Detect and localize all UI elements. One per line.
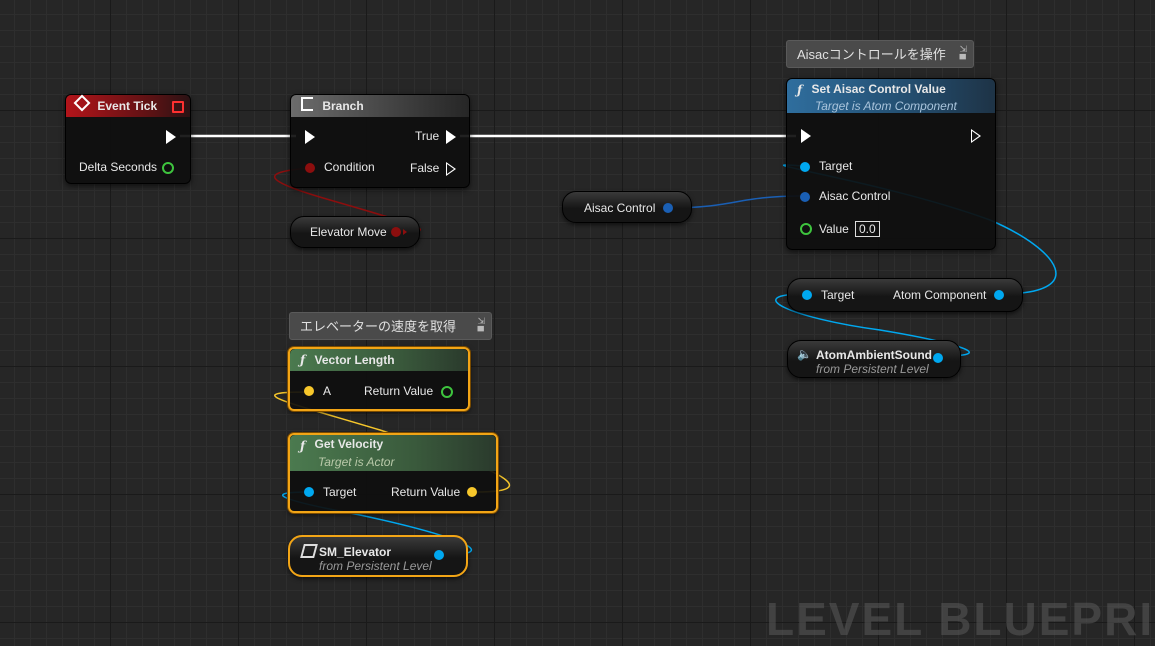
comment-pin-icon[interactable]: ⇲ ▀ xyxy=(477,316,485,336)
true-exec-pin[interactable] xyxy=(446,130,456,144)
set-aisac-title: Set Aisac Control Value xyxy=(811,82,946,96)
set-aisac-value-pin[interactable] xyxy=(800,223,812,235)
atom-component-label: Atom Component xyxy=(893,288,987,302)
vector-return-pin[interactable] xyxy=(441,386,453,398)
set-aisac-target-label: Target xyxy=(819,159,853,173)
atom-ambient-subtitle: from Persistent Level xyxy=(816,362,929,376)
aisac-control-out-pin[interactable] xyxy=(663,203,673,213)
vector-length-title: Vector Length xyxy=(314,353,395,367)
comment-aisac-text: Aisacコントロールを操作 xyxy=(797,47,946,62)
sm-elevator-node[interactable]: SM_Elevator from Persistent Level xyxy=(288,535,468,577)
function-icon: ƒ xyxy=(300,353,306,367)
branch-title: Branch xyxy=(322,99,364,113)
false-label: False xyxy=(410,161,440,175)
function-icon: ƒ xyxy=(797,83,803,97)
atom-ambient-title: AtomAmbientSound xyxy=(816,348,932,362)
get-velocity-subtitle: Target is Actor xyxy=(318,455,395,469)
atom-ambient-out-pin[interactable] xyxy=(933,353,943,363)
elevator-move-label: Elevator Move xyxy=(310,225,387,239)
function-icon: ƒ xyxy=(300,439,306,453)
speaker-icon: 🔈 xyxy=(797,347,812,361)
vector-a-label: A xyxy=(323,384,332,398)
atom-component-out-pin[interactable] xyxy=(994,290,1004,300)
delegate-pin-icon[interactable] xyxy=(172,101,184,113)
velocity-return-label: Return Value xyxy=(391,485,461,499)
static-mesh-icon xyxy=(300,544,318,558)
condition-label: Condition xyxy=(324,160,375,174)
comment-speed-text: エレベーターの速度を取得 xyxy=(300,319,457,334)
set-aisac-target-pin[interactable] xyxy=(800,162,810,172)
delta-seconds-pin[interactable] xyxy=(162,162,174,174)
set-aisac-header: ƒ Set Aisac Control Value Target is Atom… xyxy=(787,79,995,113)
elevator-move-pin-arrow xyxy=(403,229,407,235)
set-aisac-exec-in[interactable] xyxy=(801,129,811,143)
aisac-control-variable[interactable]: Aisac Control xyxy=(562,191,692,223)
sm-elevator-title: SM_Elevator xyxy=(319,545,392,559)
set-aisac-value-label: Value xyxy=(819,222,849,236)
velocity-target-pin[interactable] xyxy=(304,487,314,497)
aisac-control-label: Aisac Control xyxy=(584,201,656,215)
velocity-return-pin[interactable] xyxy=(467,487,477,497)
event-tick-title: Event Tick xyxy=(97,99,158,113)
atom-ambient-sound-node[interactable]: 🔈 AtomAmbientSound from Persistent Level xyxy=(787,340,961,378)
velocity-target-label: Target xyxy=(323,485,357,499)
false-exec-pin[interactable] xyxy=(446,162,456,176)
get-atom-component-node[interactable]: Target Atom Component xyxy=(787,278,1023,312)
get-velocity-header: ƒ Get Velocity Target is Actor xyxy=(290,435,496,471)
comment-aisac[interactable]: Aisacコントロールを操作 ⇲ ▀ xyxy=(786,40,974,68)
comment-pin-icon[interactable]: ⇲ ▀ xyxy=(959,44,967,64)
comment-speed[interactable]: エレベーターの速度を取得 ⇲ ▀ xyxy=(289,312,492,340)
vector-length-node[interactable]: ƒ Vector Length A Return Value xyxy=(288,347,470,411)
event-icon xyxy=(73,94,91,112)
sm-elevator-subtitle: from Persistent Level xyxy=(319,559,432,573)
set-aisac-control-node[interactable]: ƒ Set Aisac Control Value Target is Atom… xyxy=(786,78,996,250)
exec-in-pin[interactable] xyxy=(305,130,315,144)
event-tick-header: Event Tick xyxy=(66,94,190,117)
branch-node[interactable]: Branch True Condition False xyxy=(290,94,470,188)
delta-seconds-label: Delta Seconds xyxy=(79,160,158,174)
branch-icon xyxy=(301,97,313,111)
elevator-move-variable[interactable]: Elevator Move xyxy=(290,216,420,248)
set-aisac-aisac-label: Aisac Control xyxy=(819,189,891,203)
set-aisac-value-input[interactable]: 0.0 xyxy=(855,221,880,237)
exec-out-pin[interactable] xyxy=(166,130,176,144)
set-aisac-aisac-pin[interactable] xyxy=(800,192,810,202)
atom-target-label: Target xyxy=(821,288,855,302)
vector-return-label: Return Value xyxy=(364,384,434,398)
vector-a-pin[interactable] xyxy=(304,386,314,396)
vector-length-header: ƒ Vector Length xyxy=(290,349,468,371)
set-aisac-subtitle: Target is Atom Component xyxy=(815,99,957,113)
true-label: True xyxy=(415,129,440,143)
atom-target-pin[interactable] xyxy=(802,290,812,300)
event-tick-node[interactable]: Event Tick Delta Seconds xyxy=(65,94,191,184)
get-velocity-title: Get Velocity xyxy=(314,437,384,451)
set-aisac-exec-out[interactable] xyxy=(971,129,981,143)
branch-header: Branch xyxy=(291,95,469,117)
elevator-move-pin[interactable] xyxy=(391,227,401,237)
get-velocity-node[interactable]: ƒ Get Velocity Target is Actor Target Re… xyxy=(288,433,498,513)
condition-pin[interactable] xyxy=(305,163,315,173)
sm-elevator-out-pin[interactable] xyxy=(434,550,444,560)
